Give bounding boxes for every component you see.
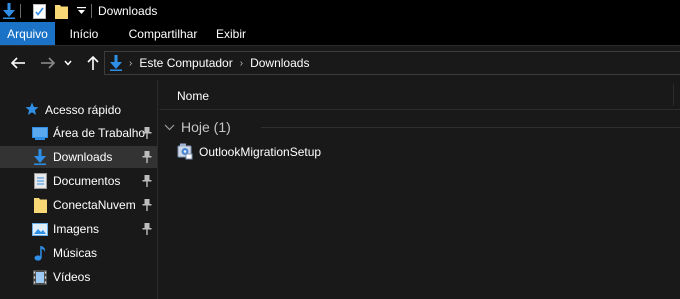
properties-icon[interactable] xyxy=(31,0,47,22)
tab-compartilhar[interactable]: Compartilhar xyxy=(113,22,213,45)
tab-arquivo[interactable]: Arquivo xyxy=(0,22,55,45)
pin-icon[interactable] xyxy=(142,223,152,235)
videos-icon xyxy=(32,269,48,285)
pin-icon[interactable] xyxy=(142,151,152,163)
new-folder-icon[interactable] xyxy=(53,0,69,22)
tab-inicio[interactable]: Início xyxy=(55,22,113,45)
sidebar-item-label: ConectaNuvem xyxy=(53,198,136,212)
chevron-down-icon[interactable] xyxy=(164,120,175,134)
sidebar-item-label: Área de Trabalho xyxy=(53,126,146,140)
sidebar-item-area-de-trabalho[interactable]: Área de Trabalho xyxy=(0,122,157,144)
folder-icon xyxy=(32,197,48,213)
breadcrumb-separator-icon[interactable]: › xyxy=(129,58,132,69)
back-arrow-icon[interactable] xyxy=(7,51,29,75)
navigation-pane: Acesso rápido Área de Trabalho Downloads… xyxy=(0,80,158,299)
sidebar-item-label: Acesso rápido xyxy=(45,103,122,117)
sidebar-item-label: Downloads xyxy=(53,150,113,164)
sidebar-item-musicas[interactable]: Músicas xyxy=(0,242,157,264)
desktop-icon xyxy=(32,125,48,141)
ribbon-tabs: Arquivo Início Compartilhar Exibir xyxy=(0,22,680,46)
downloads-folder-icon[interactable] xyxy=(2,0,16,22)
downloads-icon xyxy=(32,149,48,165)
breadcrumb-separator-icon[interactable]: › xyxy=(240,58,243,69)
up-arrow-icon[interactable] xyxy=(82,51,104,75)
documents-icon xyxy=(32,173,48,189)
pin-icon[interactable] xyxy=(142,127,152,139)
pin-icon[interactable] xyxy=(142,199,152,211)
column-header-row: Nome xyxy=(159,80,680,110)
sidebar-item-conectanuvem[interactable]: ConectaNuvem xyxy=(0,194,157,216)
sidebar-item-imagens[interactable]: Imagens xyxy=(0,218,157,240)
sidebar-item-label: Músicas xyxy=(53,246,98,260)
group-label: Hoje (1) xyxy=(181,119,231,135)
sidebar-item-videos[interactable]: Vídeos xyxy=(0,266,157,288)
title-separator xyxy=(91,4,92,18)
breadcrumb-este-computador[interactable]: Este Computador xyxy=(139,56,232,70)
address-bar[interactable]: › Este Computador › Downloads xyxy=(104,51,680,75)
downloads-location-icon xyxy=(110,55,122,71)
navigation-bar: › Este Computador › Downloads xyxy=(0,47,680,79)
group-header-today[interactable]: Hoje (1) xyxy=(159,116,680,138)
file-name: OutlookMigrationSetup xyxy=(199,145,322,159)
column-header-name[interactable]: Nome xyxy=(177,89,209,103)
installer-icon xyxy=(177,143,193,160)
column-divider[interactable] xyxy=(673,84,674,106)
sidebar-item-downloads[interactable]: Downloads xyxy=(0,146,157,168)
recent-locations-chevron-icon[interactable] xyxy=(61,51,75,75)
window-title: Downloads xyxy=(98,4,158,18)
sidebar-item-documentos[interactable]: Documentos xyxy=(0,170,157,192)
sidebar-item-quick-access[interactable]: Acesso rápido xyxy=(0,100,157,122)
title-bar: Downloads xyxy=(0,0,680,22)
sidebar-item-label: Vídeos xyxy=(53,270,91,284)
forward-arrow-icon[interactable] xyxy=(37,51,59,75)
breadcrumb-downloads[interactable]: Downloads xyxy=(250,56,309,70)
sidebar-item-label: Imagens xyxy=(53,222,100,236)
tab-exibir[interactable]: Exibir xyxy=(213,22,249,45)
music-icon xyxy=(32,245,48,261)
toolbar-separator xyxy=(20,4,21,18)
file-list: Nome Hoje (1) OutlookMigrationSetup xyxy=(159,80,680,299)
customize-toolbar-icon[interactable] xyxy=(75,0,87,22)
group-divider-line xyxy=(261,127,680,128)
sidebar-item-label: Documentos xyxy=(53,174,121,188)
star-icon xyxy=(25,102,39,118)
pictures-icon xyxy=(32,221,48,237)
pin-icon[interactable] xyxy=(142,175,152,187)
